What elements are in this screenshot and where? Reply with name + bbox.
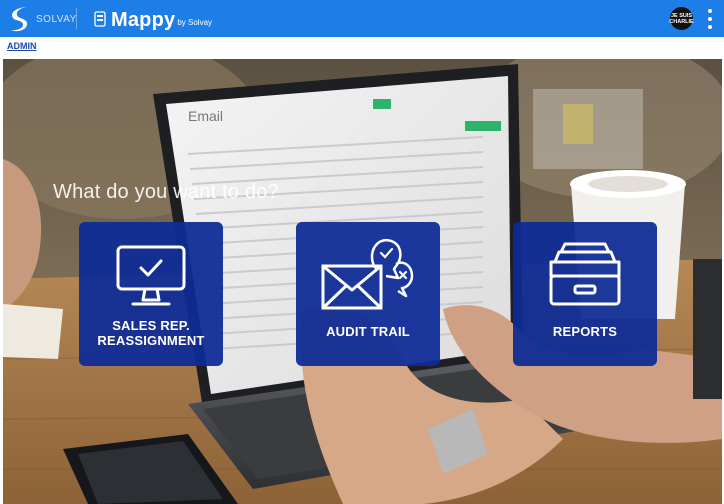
- file-drawer-icon: [549, 242, 621, 306]
- je-suis-charlie-badge: JE SUIS CHARLIE: [669, 7, 694, 30]
- header-divider: [76, 8, 77, 29]
- kebab-menu-icon[interactable]: [705, 9, 715, 29]
- app-icon: [94, 11, 106, 27]
- hero-section: Email What do you want to do? SALES REP.: [3, 59, 722, 504]
- solvay-logo-icon: [11, 7, 28, 32]
- tile-label: AUDIT TRAIL: [326, 324, 410, 339]
- brand-label: SOLVAY: [36, 13, 77, 25]
- envelope-people-icon: [321, 239, 414, 310]
- hero-question: What do you want to do?: [53, 181, 279, 203]
- tile-label-line-2: REASSIGNMENT: [97, 333, 205, 348]
- app-title[interactable]: Mappy by Solvay: [94, 6, 212, 32]
- solvay-logo[interactable]: SOLVAY: [7, 4, 77, 34]
- top-bar: SOLVAY Mappy by Solvay JE SUIS CHARLIE: [0, 0, 724, 37]
- monitor-check-icon: [116, 245, 186, 306]
- app-subtitle: by Solvay: [177, 18, 213, 27]
- app-name: Mappy: [111, 9, 176, 31]
- audit-trail-tile[interactable]: AUDIT TRAIL: [296, 222, 440, 366]
- sales-rep-reassignment-tile[interactable]: SALES REP. REASSIGNMENT: [79, 222, 223, 366]
- reports-tile[interactable]: REPORTS: [513, 222, 657, 366]
- tile-label: REPORTS: [552, 324, 618, 339]
- admin-link[interactable]: ADMIN: [7, 41, 37, 51]
- badge-line-2: CHARLIE: [669, 18, 694, 25]
- laptop-screen-title: Email: [188, 108, 223, 124]
- tile-label-line-1: SALES REP.: [112, 318, 190, 333]
